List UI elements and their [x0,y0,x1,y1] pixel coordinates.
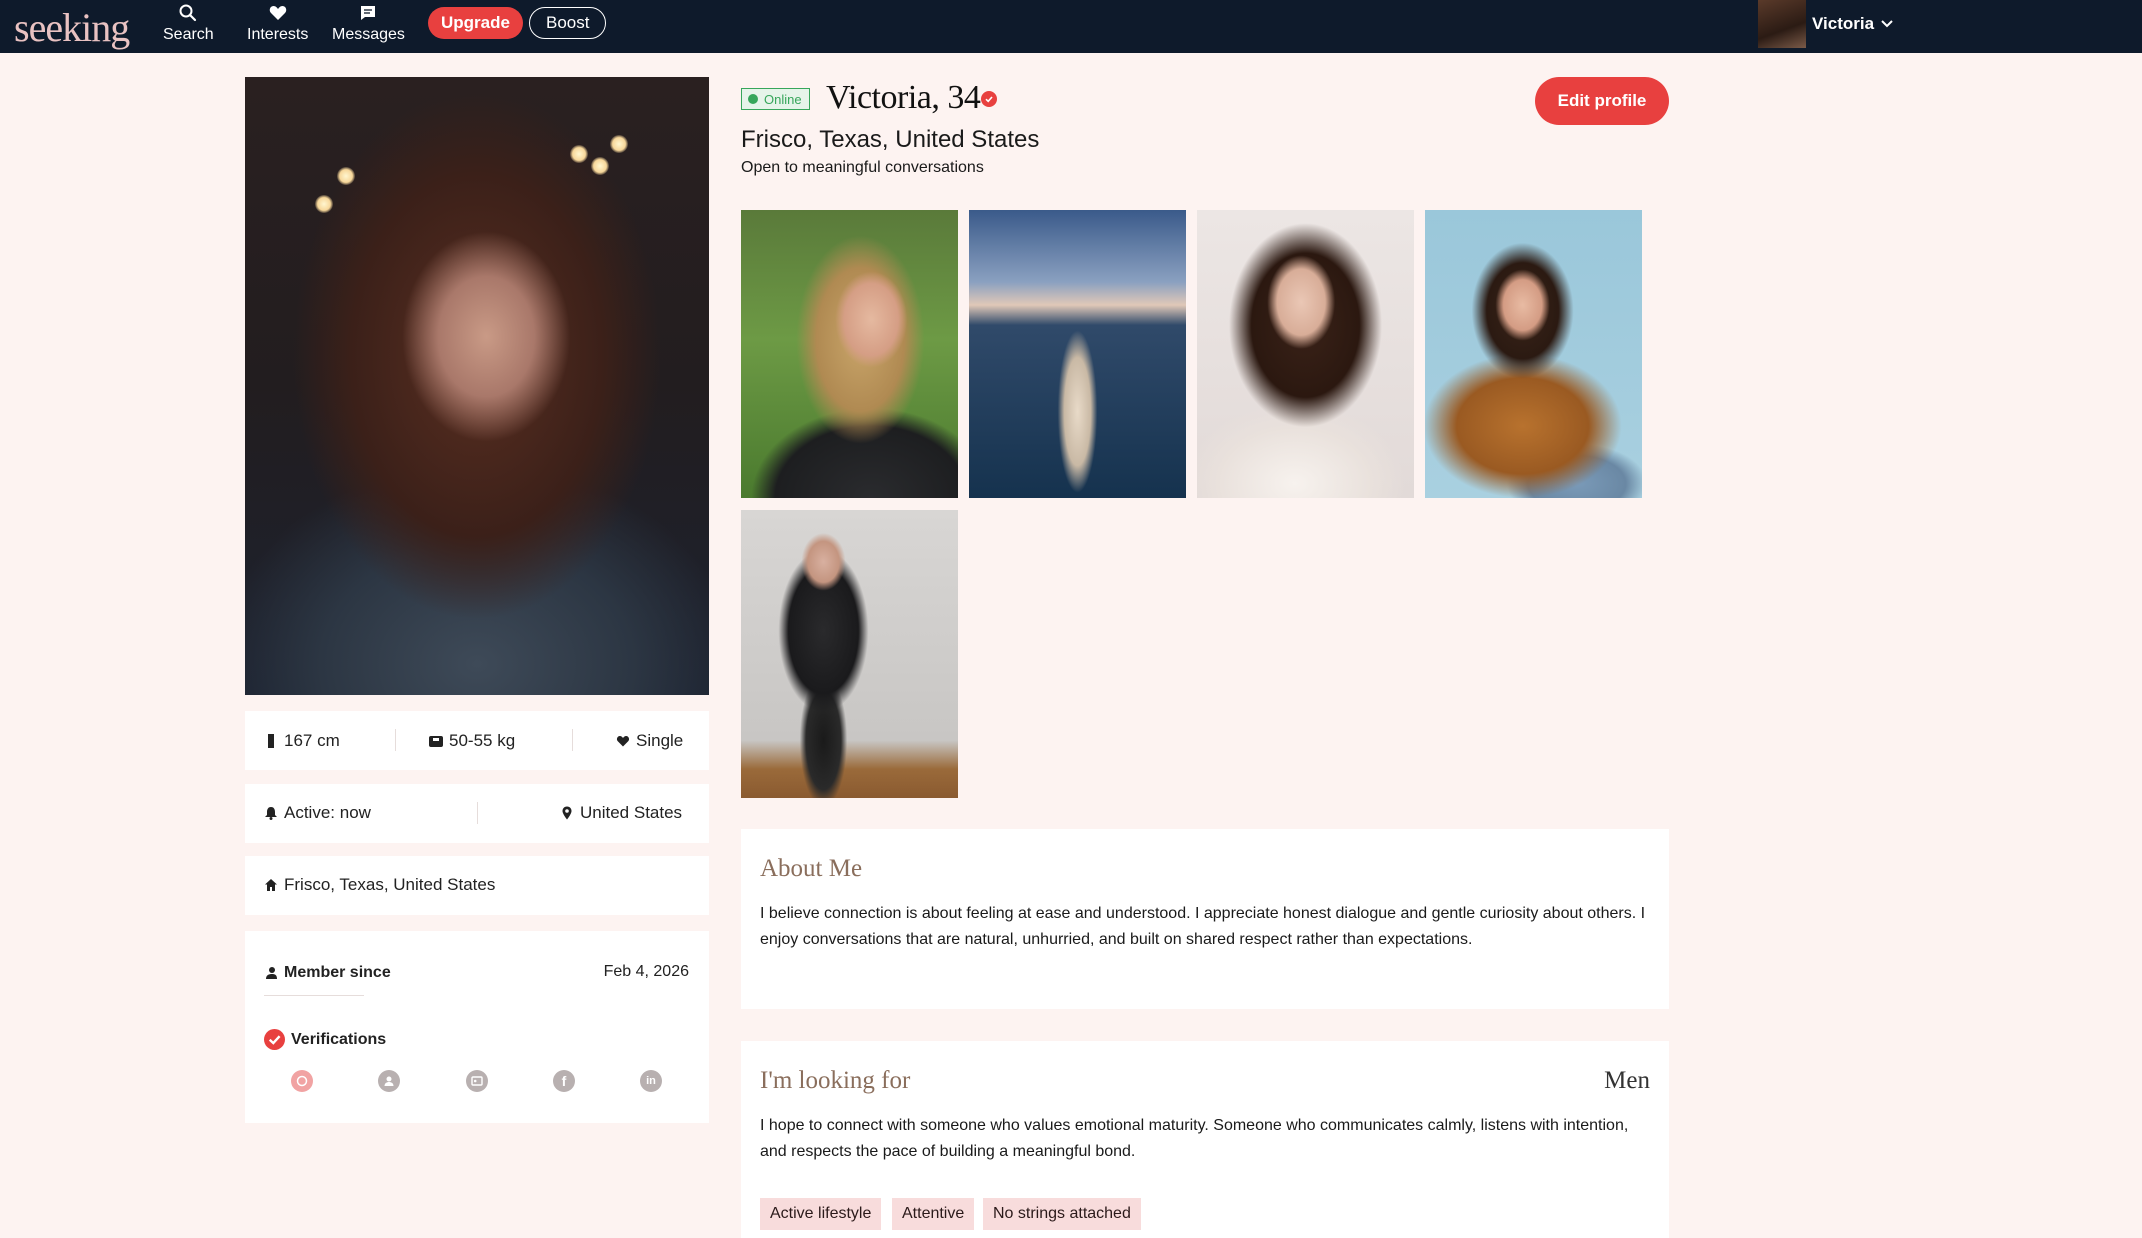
gallery-photo-2[interactable] [969,210,1186,498]
nav-search-label: Search [163,26,214,43]
online-badge: Online [741,88,810,110]
tag-no-strings-attached[interactable]: No strings attached [983,1198,1141,1230]
stat-hometown: Frisco, Texas, United States [264,875,495,895]
chevron-down-icon [1881,20,1893,28]
upgrade-button[interactable]: Upgrade [428,7,523,39]
looking-for-text: I hope to connect with someone who value… [760,1117,1629,1160]
looking-for-target: Men [1604,1067,1650,1094]
id-verify-icon[interactable] [466,1070,488,1092]
verified-badge-icon [981,91,997,107]
gallery-photo-4[interactable] [1425,210,1642,498]
user-menu[interactable]: Victoria [1758,0,1894,48]
member-since-label: Member since [284,964,391,981]
looking-for-title: I'm looking for [760,1067,911,1094]
avatar [1758,0,1806,48]
logo[interactable]: seeking [14,4,130,51]
member-since-date: Feb 4, 2026 [604,963,689,981]
stat-country: United States [560,803,682,823]
nav-search[interactable]: Search [163,3,214,44]
active-status: Active: now [284,803,371,822]
profile-name: Victoria, 34 [826,79,981,116]
facebook-icon[interactable]: f [553,1070,575,1092]
boost-button[interactable]: Boost [529,7,607,39]
nav-interests-label: Interests [247,26,309,43]
profile-verify-icon[interactable] [378,1070,400,1092]
linkedin-icon[interactable]: in [640,1070,662,1092]
home-icon [265,879,277,891]
online-dot-icon [748,94,758,104]
heart-icon [616,736,630,747]
hometown-card: Frisco, Texas, United States [245,856,709,915]
ruler-icon [268,734,274,748]
stats-card-body: 167 cm 50-55 kg Single [245,711,709,770]
scale-icon [429,736,443,747]
height-value: 167 cm [284,731,340,750]
search-icon [179,4,197,22]
tag-attentive[interactable]: Attentive [892,1198,975,1230]
tag-active-lifestyle[interactable]: Active lifestyle [760,1198,882,1230]
stat-weight: 50-55 kg [429,731,515,751]
weight-value: 50-55 kg [449,731,516,750]
nav-messages[interactable]: Messages [332,3,405,44]
hometown-value: Frisco, Texas, United States [284,875,496,894]
stat-height: 167 cm [264,731,340,751]
bell-icon [265,807,277,820]
top-nav-bar: seeking Search Interests Messages Upgrad… [0,0,2142,53]
verifications-label: Verifications [291,1030,387,1048]
gallery-photo-1[interactable] [741,210,958,498]
member-since-label-row: Member since [264,964,391,982]
member-since-value: Feb 4, 2026 [603,963,689,980]
main-profile-photo[interactable] [245,77,709,695]
about-me-text: I believe connection is about feeling at… [760,905,1646,948]
verified-check-icon [264,1029,285,1050]
membership-card: Member since Feb 4, 2026 Verifications f… [245,931,709,1123]
activity-card: Active: now United States [245,784,709,843]
gallery-photo-5[interactable] [741,510,958,798]
nav-messages-label: Messages [332,26,405,43]
relationship-value: Single [636,731,684,750]
stat-active: Active: now [264,803,371,823]
location-pin-icon [562,806,572,820]
member-icon [266,967,277,979]
heart-icon [269,6,286,20]
online-status-text: Online [764,91,802,107]
profile-location: Frisco, Texas, United States [741,126,1040,153]
profile-tagline: Open to meaningful conversations [741,159,984,176]
about-me-section: About Me I believe connection is about f… [741,829,1669,1009]
edit-profile-button[interactable]: Edit profile [1535,77,1669,125]
message-icon [361,6,376,20]
verifications-heading: Verifications [264,1029,386,1050]
gallery-photo-3[interactable] [1197,210,1414,498]
about-me-title: About Me [760,855,863,882]
user-name: Victoria [1812,14,1875,33]
stat-relationship: Single [616,731,683,751]
nav-interests[interactable]: Interests [247,3,308,44]
country-value: United States [580,803,683,822]
photo-verify-icon[interactable] [291,1070,313,1092]
